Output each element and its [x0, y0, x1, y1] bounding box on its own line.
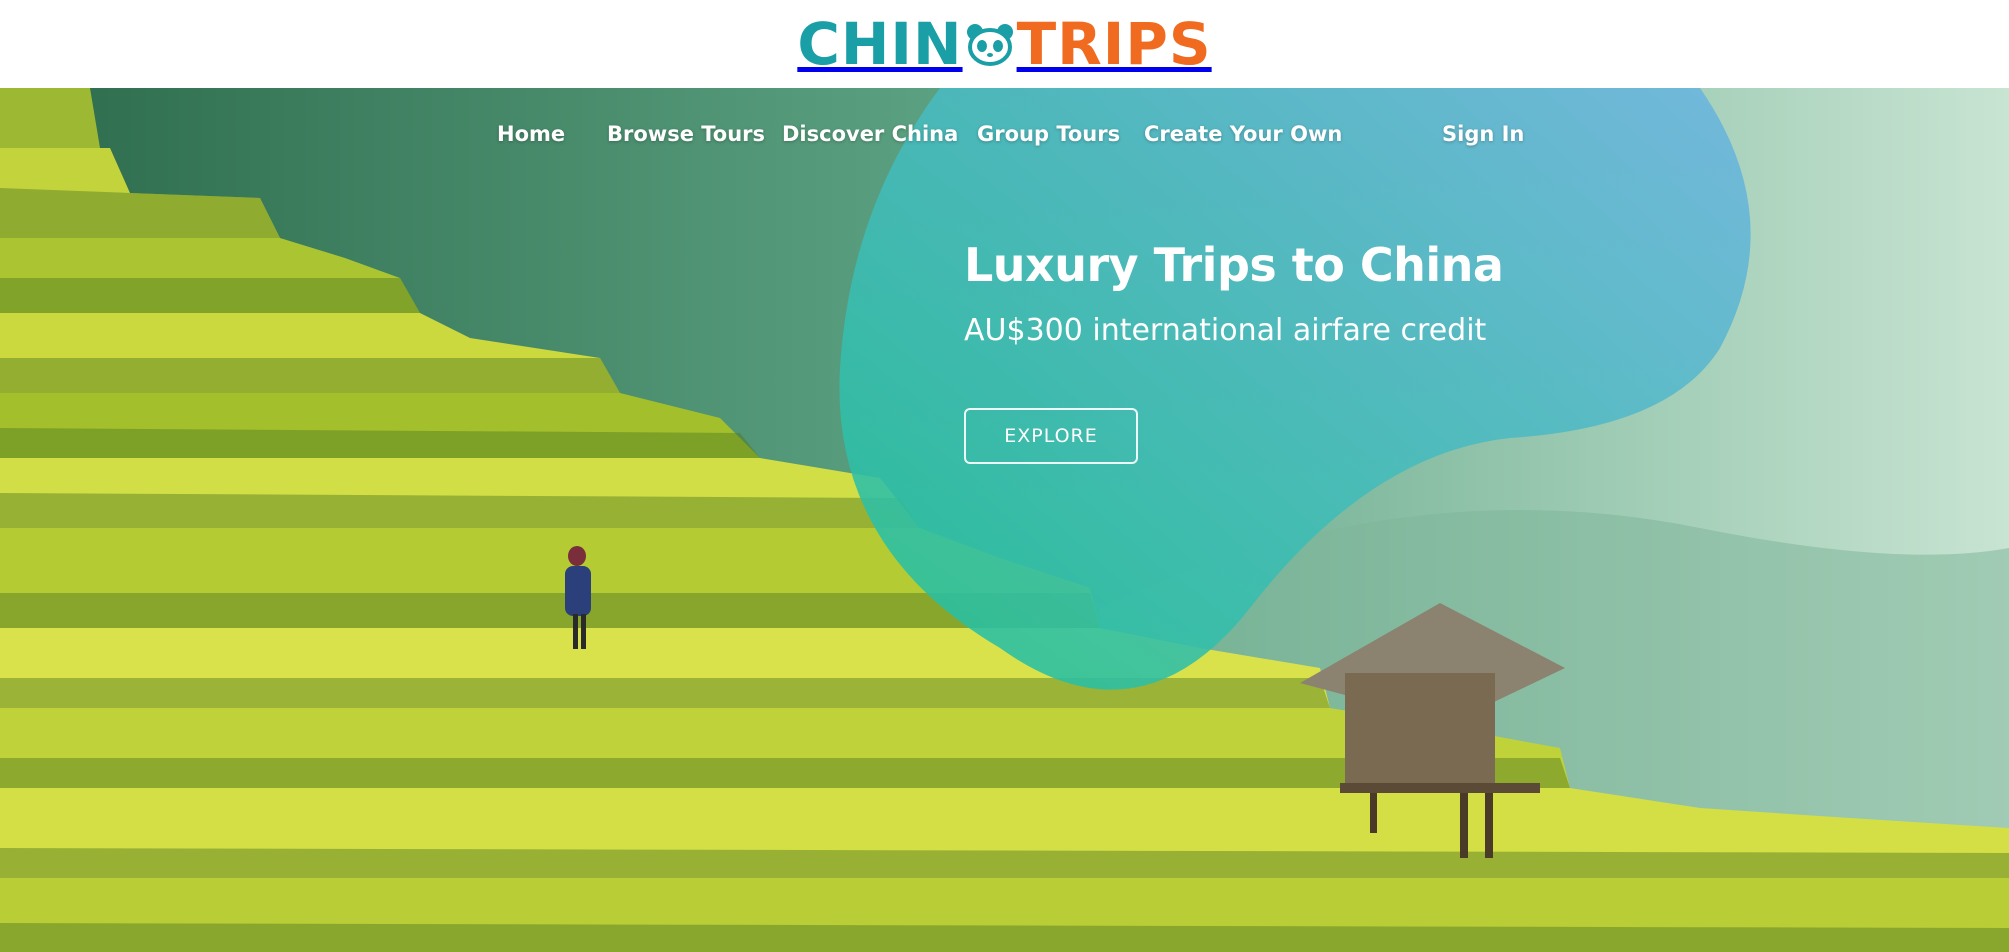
brand-logo[interactable]: CHIN TRIPS: [797, 15, 1211, 73]
hero-title: Luxury Trips to China: [964, 238, 1504, 292]
logo-text-trips: TRIPS: [1016, 10, 1212, 78]
nav-create-your-own[interactable]: Create Your Own: [1144, 122, 1342, 146]
logo-text-chin: CHIN: [797, 10, 963, 78]
nav-sign-in[interactable]: Sign In: [1442, 122, 1524, 146]
explore-button[interactable]: EXPLORE: [964, 408, 1138, 464]
hero-section: Home Browse Tours Discover China Group T…: [0, 88, 2009, 952]
main-nav: Home Browse Tours Discover China Group T…: [0, 122, 2009, 162]
site-header: CHIN TRIPS: [0, 0, 2009, 88]
nav-browse-tours[interactable]: Browse Tours: [607, 122, 765, 146]
nav-home[interactable]: Home: [497, 122, 565, 146]
nav-group-tours[interactable]: Group Tours: [977, 122, 1120, 146]
rice-terrace-background: [0, 88, 2009, 952]
nav-discover-china[interactable]: Discover China: [782, 122, 958, 146]
panda-icon: [966, 24, 1013, 66]
hero-subtitle: AU$300 international airfare credit: [964, 313, 1487, 348]
